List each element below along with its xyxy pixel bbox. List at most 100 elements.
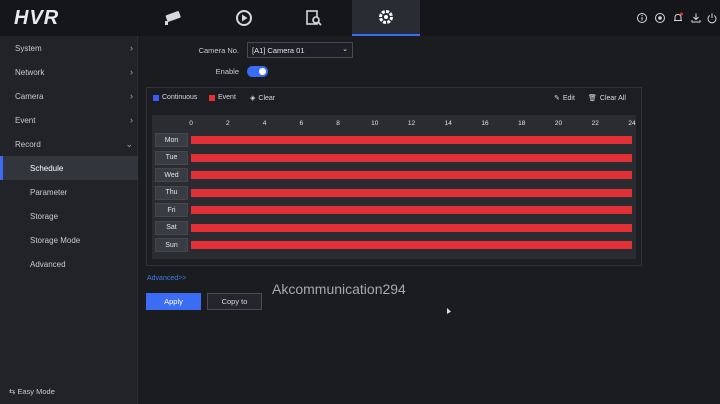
hour-label: 8: [336, 120, 340, 127]
clear-all-button[interactable]: 🗑 Clear All: [588, 94, 626, 103]
power-icon[interactable]: [706, 12, 718, 24]
camera-select[interactable]: [A1] Camera 01 ⌄: [247, 42, 353, 58]
sidebar-item-label: Event: [15, 115, 36, 125]
sidebar-item-label: Camera: [15, 91, 44, 101]
clear-button[interactable]: ◈ Clear: [250, 94, 275, 103]
hour-label: 20: [554, 120, 563, 127]
event-schedule-bar[interactable]: [191, 241, 632, 249]
legend-label: Event: [218, 94, 236, 101]
info-icon[interactable]: [636, 12, 648, 24]
chevron-down-icon: ⌄: [125, 138, 133, 149]
sidebar-item-schedule[interactable]: Schedule: [0, 156, 138, 180]
legend-event[interactable]: Event: [209, 94, 236, 101]
hour-label: 2: [225, 120, 230, 127]
day-label: Fri: [155, 203, 188, 217]
pencil-icon: ✎: [554, 95, 560, 102]
sidebar-item-label: Network: [15, 67, 45, 77]
day-row[interactable]: Sat: [155, 220, 633, 235]
sidebar-item-label: Advanced: [30, 259, 66, 269]
sidebar-item-label: Parameter: [30, 187, 68, 197]
apply-button[interactable]: Apply: [146, 293, 201, 310]
download-icon[interactable]: [690, 12, 702, 24]
hour-label: 14: [444, 120, 452, 127]
chevron-right-icon: ›: [130, 91, 133, 101]
hour-label: 10: [371, 120, 379, 127]
sidebar-item-camera[interactable]: Camera ›: [0, 84, 138, 108]
legend-continuous[interactable]: Continuous: [153, 94, 197, 101]
file-search-icon: [306, 10, 322, 26]
sidebar-item-label: Schedule: [30, 163, 64, 173]
tab-settings[interactable]: [352, 0, 420, 36]
record-status-icon[interactable]: [654, 12, 666, 24]
hour-label: 12: [407, 120, 416, 127]
day-label: Sat: [155, 220, 188, 235]
easy-mode-button[interactable]: ⇆ Easy Mode: [9, 387, 55, 396]
hour-label: 4: [262, 120, 267, 127]
schedule-panel: Continuous Event ◈ Clear ✎ Edit 🗑 Clear All…: [146, 87, 642, 266]
event-schedule-bar[interactable]: [191, 171, 632, 179]
day-row[interactable]: Tue: [155, 150, 633, 165]
hour-label: 6: [299, 120, 304, 127]
event-schedule-bar[interactable]: [191, 206, 632, 214]
eraser-icon: ◈: [250, 95, 256, 102]
sidebar-item-parameter[interactable]: Parameter: [0, 180, 138, 204]
sidebar-item-label: Record: [15, 139, 41, 149]
event-schedule-bar[interactable]: [191, 188, 632, 197]
day-label: Wed: [155, 168, 188, 182]
copy-to-button[interactable]: Copy to: [207, 293, 262, 310]
day-label: Mon: [155, 133, 188, 147]
sidebar: System › Network › Camera › Event › Reco…: [0, 36, 138, 404]
watermark-text: Akcommunication294: [272, 281, 406, 297]
camera-select-value: [A1] Camera 01: [252, 46, 305, 55]
day-row[interactable]: Fri: [155, 203, 633, 217]
chevron-right-icon: ›: [130, 115, 133, 125]
sidebar-item-label: System: [15, 43, 42, 53]
day-row[interactable]: Thu: [155, 185, 633, 200]
chevron-right-icon: ›: [130, 43, 133, 53]
hour-label: 0: [189, 120, 193, 127]
event-schedule-bar[interactable]: [191, 153, 632, 162]
bell-icon[interactable]: [672, 12, 684, 24]
edit-button[interactable]: ✎ Edit: [554, 94, 575, 103]
gear-icon: [379, 10, 393, 24]
sidebar-item-label: Storage Mode: [30, 235, 81, 245]
day-label: Thu: [155, 185, 188, 200]
tab-search[interactable]: [280, 0, 348, 36]
chevron-down-icon: ⌄: [342, 46, 348, 53]
hour-label: 18: [518, 120, 526, 127]
clear-all-label: Clear All: [599, 94, 626, 102]
event-schedule-bar[interactable]: [191, 223, 632, 232]
mouse-cursor: [447, 308, 451, 314]
playback-icon: [236, 10, 252, 26]
sidebar-item-advanced[interactable]: Advanced: [0, 252, 138, 276]
easy-mode-label: Easy Mode: [17, 387, 55, 396]
main-content: Camera No. [A1] Camera 01 ⌄ Enable Conti…: [139, 36, 720, 404]
sidebar-item-network[interactable]: Network ›: [0, 60, 138, 84]
sidebar-item-system[interactable]: System ›: [0, 36, 138, 60]
sidebar-item-storage[interactable]: Storage: [0, 204, 138, 228]
legend-label: Continuous: [162, 94, 198, 101]
tab-camera[interactable]: [140, 0, 208, 36]
sidebar-item-event[interactable]: Event ›: [0, 108, 138, 132]
event-swatch: [209, 94, 215, 101]
event-schedule-bar[interactable]: [191, 136, 632, 144]
camera-no-label: Camera No.: [198, 46, 239, 55]
continuous-swatch: [153, 94, 159, 101]
day-label: Tue: [155, 150, 188, 165]
schedule-grid[interactable]: 0 2 4 6 8 10 12 14 16 18 20 22 24 Mon Tue Wed Thu Fri Sat S…: [152, 115, 636, 259]
sidebar-item-record[interactable]: Record ⌄: [0, 132, 138, 156]
tab-playback[interactable]: [210, 0, 278, 36]
sidebar-item-storage-mode[interactable]: Storage Mode: [0, 228, 138, 252]
edit-label: Edit: [562, 94, 575, 102]
advanced-link[interactable]: Advanced>>: [147, 275, 186, 282]
day-row[interactable]: Sun: [155, 238, 633, 252]
day-row[interactable]: Wed: [155, 168, 633, 182]
day-row[interactable]: Mon: [155, 133, 633, 147]
enable-toggle[interactable]: [247, 66, 268, 77]
sidebar-item-label: Storage: [30, 211, 59, 221]
hour-label: 24: [628, 120, 636, 127]
trash-icon: 🗑: [588, 95, 597, 102]
toggle-knob: [259, 68, 266, 75]
hour-label: 22: [591, 120, 599, 127]
chevron-right-icon: ›: [130, 67, 133, 77]
